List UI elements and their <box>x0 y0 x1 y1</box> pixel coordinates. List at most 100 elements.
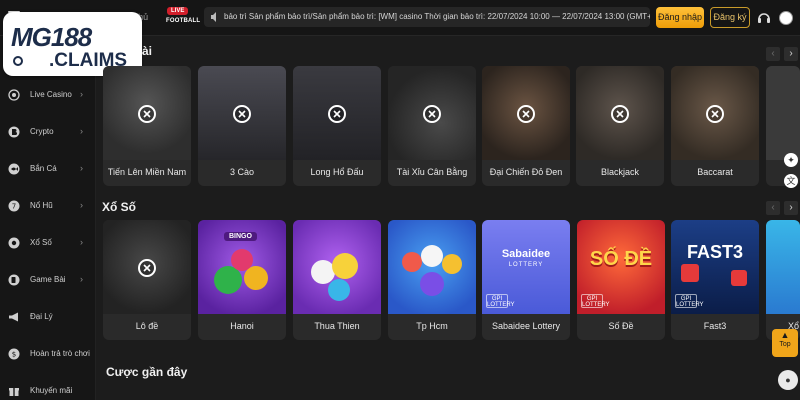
game-card-baccarat[interactable]: Baccarat <box>671 66 759 186</box>
xo-so-next-button[interactable]: › <box>784 201 798 215</box>
arrow-up-icon: ▲ <box>780 330 790 340</box>
sidebar-item-ban-ca[interactable]: Bắn Cá › <box>0 154 96 184</box>
sidebar-label: Xổ Số <box>30 238 52 247</box>
sidebar-item-no-hu[interactable]: 7 Nổ Hũ › <box>0 191 96 221</box>
sidebar-label: Crypto <box>30 127 54 136</box>
maintenance-icon <box>233 105 251 123</box>
chat-icon[interactable]: ● <box>778 370 798 390</box>
sabaidee-logo-text: Sabaidee <box>501 248 551 260</box>
lottery-card-label: Sabaidee Lottery <box>491 321 561 331</box>
chevron-right-icon: › <box>80 89 83 99</box>
fish-icon <box>8 163 20 175</box>
login-button[interactable]: Đăng nhập <box>656 7 704 28</box>
lottery-card-thua-thien[interactable]: Thua Thien <box>293 220 381 340</box>
sidebar-label: Khuyến mãi <box>30 386 73 395</box>
gpi-lottery-logo: GPI LOTTERY <box>581 294 610 308</box>
game-card-art <box>766 66 800 160</box>
lottery-card-art <box>388 220 476 314</box>
globe-icon <box>13 56 23 66</box>
game-bai-next-button[interactable]: › <box>784 47 798 61</box>
scroll-top-button[interactable]: ▲ Top <box>772 329 798 357</box>
sidebar-label: Game Bài <box>30 275 66 284</box>
maintenance-icon <box>138 105 156 123</box>
chevron-right-icon: › <box>80 237 83 247</box>
game-card-blackjack[interactable]: Blackjack <box>576 66 664 186</box>
game-card-label: Blackjack <box>600 167 639 177</box>
maintenance-icon <box>706 105 724 123</box>
game-card-label: Tiến Lên Miền Nam <box>107 167 187 177</box>
chevron-right-icon: › <box>80 163 83 173</box>
xo-so-prev-button[interactable]: ‹ <box>766 201 780 215</box>
game-card-long-ho-dau[interactable]: Long Hổ Đấu <box>293 66 381 186</box>
slot-icon: 7 <box>8 200 20 212</box>
section-title-xo-so: Xổ Số <box>102 200 137 214</box>
maintenance-icon <box>611 105 629 123</box>
megaphone-icon <box>9 312 18 322</box>
chevron-right-icon: › <box>80 200 83 210</box>
lottery-balls-icon <box>402 245 462 296</box>
lottery-card-tp-hcm[interactable]: Tp Hcm <box>388 220 476 340</box>
sidebar-label: Đại Lý <box>30 312 53 321</box>
sidebar-item-live-casino[interactable]: Live Casino › <box>0 80 96 110</box>
fast3-logo: FAST3 <box>686 242 743 262</box>
lottery-card-label: Lô đề <box>135 321 159 331</box>
lottery-card-hanoi[interactable]: BINGO Hanoi <box>198 220 286 340</box>
refund-icon: $ <box>8 348 20 360</box>
game-card-label: 3 Cào <box>229 167 255 177</box>
sidebar-item-game-bai[interactable]: Game Bài › <box>0 265 96 295</box>
sidebar-item-crypto[interactable]: Crypto › <box>0 117 96 147</box>
announcement-ticker: bảo trì Sản phẩm bảo trì/Sản phẩm bảo tr… <box>204 7 650 27</box>
svg-text:$: $ <box>12 351 16 359</box>
sidebar-item-xo-so[interactable]: Xổ Số › <box>0 228 96 258</box>
support-icon[interactable] <box>757 11 771 25</box>
lottery-card-lo-de[interactable]: Lô đề <box>103 220 191 340</box>
lottery-card-label: Tp Hcm <box>416 321 448 331</box>
sidebar-item-hoan-tra[interactable]: $ Hoàn trả trò chơi <box>0 339 96 369</box>
sidebar: Live Casino › Crypto › Bắn Cá › 7 Nổ Hũ … <box>0 36 96 400</box>
maintenance-icon <box>517 105 535 123</box>
section-title-game-bai: ài <box>142 44 153 58</box>
lottery-card-fast3[interactable]: FAST3 GPI LOTTERY Fast3 <box>671 220 759 340</box>
chevron-right-icon: › <box>80 274 83 284</box>
game-bai-prev-button[interactable]: ‹ <box>766 47 780 61</box>
scroll-top-label: Top <box>779 341 791 348</box>
game-card-label: Long Hổ Đấu <box>310 167 364 177</box>
game-card-tien-len[interactable]: Tiến Lên Miền Nam <box>103 66 191 186</box>
gpi-lottery-logo: GPI LOTTERY <box>486 294 515 308</box>
register-button[interactable]: Đăng ký <box>710 7 750 28</box>
game-card-dai-chien[interactable]: Đại Chiến Đỏ Đen <box>482 66 570 186</box>
game-card-label: Baccarat <box>697 167 733 177</box>
sidebar-label: Hoàn trả trò chơi <box>30 349 90 358</box>
game-card-partial[interactable] <box>766 66 800 186</box>
football-label: FOOTBALL <box>166 18 201 24</box>
sidebar-item-dai-ly[interactable]: Đại Lý <box>0 302 96 332</box>
lottery-card-label: Thua Thien <box>314 321 360 331</box>
lottery-card-sabaidee[interactable]: Sabaidee LOTTERY GPI LOTTERY Sabaidee Lo… <box>482 220 570 340</box>
maintenance-icon <box>138 259 156 277</box>
lottery-card-art <box>293 220 381 314</box>
maintenance-icon <box>328 105 346 123</box>
sparkle-icon[interactable]: ✦ <box>784 153 798 167</box>
lottery-card-partial[interactable]: Xổ <box>766 220 800 340</box>
game-card-label: Đại Chiến Đỏ Đen <box>489 167 563 177</box>
translate-icon[interactable]: 文 <box>784 174 798 188</box>
game-card-3-cao[interactable]: 3 Cào <box>198 66 286 186</box>
lottery-card-label: Fast3 <box>703 321 727 331</box>
live-casino-icon <box>8 89 20 101</box>
game-card-tai-xiu[interactable]: Tài Xỉu Cân Bằng <box>388 66 476 186</box>
live-football-logo[interactable]: LIVE FOOTBALL <box>164 6 201 30</box>
gift-icon <box>9 388 19 396</box>
lottery-balls-icon <box>311 253 358 301</box>
sidebar-item-khuyen-mai[interactable]: Khuyến mãi <box>0 376 96 400</box>
bingo-tag: BINGO <box>224 232 257 241</box>
brand-logo-top: MG188 <box>11 22 92 52</box>
language-flag-icon[interactable] <box>779 11 793 25</box>
cards-icon <box>8 274 20 286</box>
game-card-label: Tài Xỉu Cân Bằng <box>396 167 468 177</box>
gpi-lottery-logo: GPI LOTTERY <box>675 294 704 308</box>
maintenance-icon <box>423 105 441 123</box>
sabaidee-logo-subtext: LOTTERY <box>508 262 544 268</box>
svg-text:7: 7 <box>12 203 16 211</box>
so-de-logo: SỐ ĐỀ <box>589 248 653 270</box>
lottery-card-so-de[interactable]: SỐ ĐỀ GPI LOTTERY Số Đề <box>577 220 665 340</box>
